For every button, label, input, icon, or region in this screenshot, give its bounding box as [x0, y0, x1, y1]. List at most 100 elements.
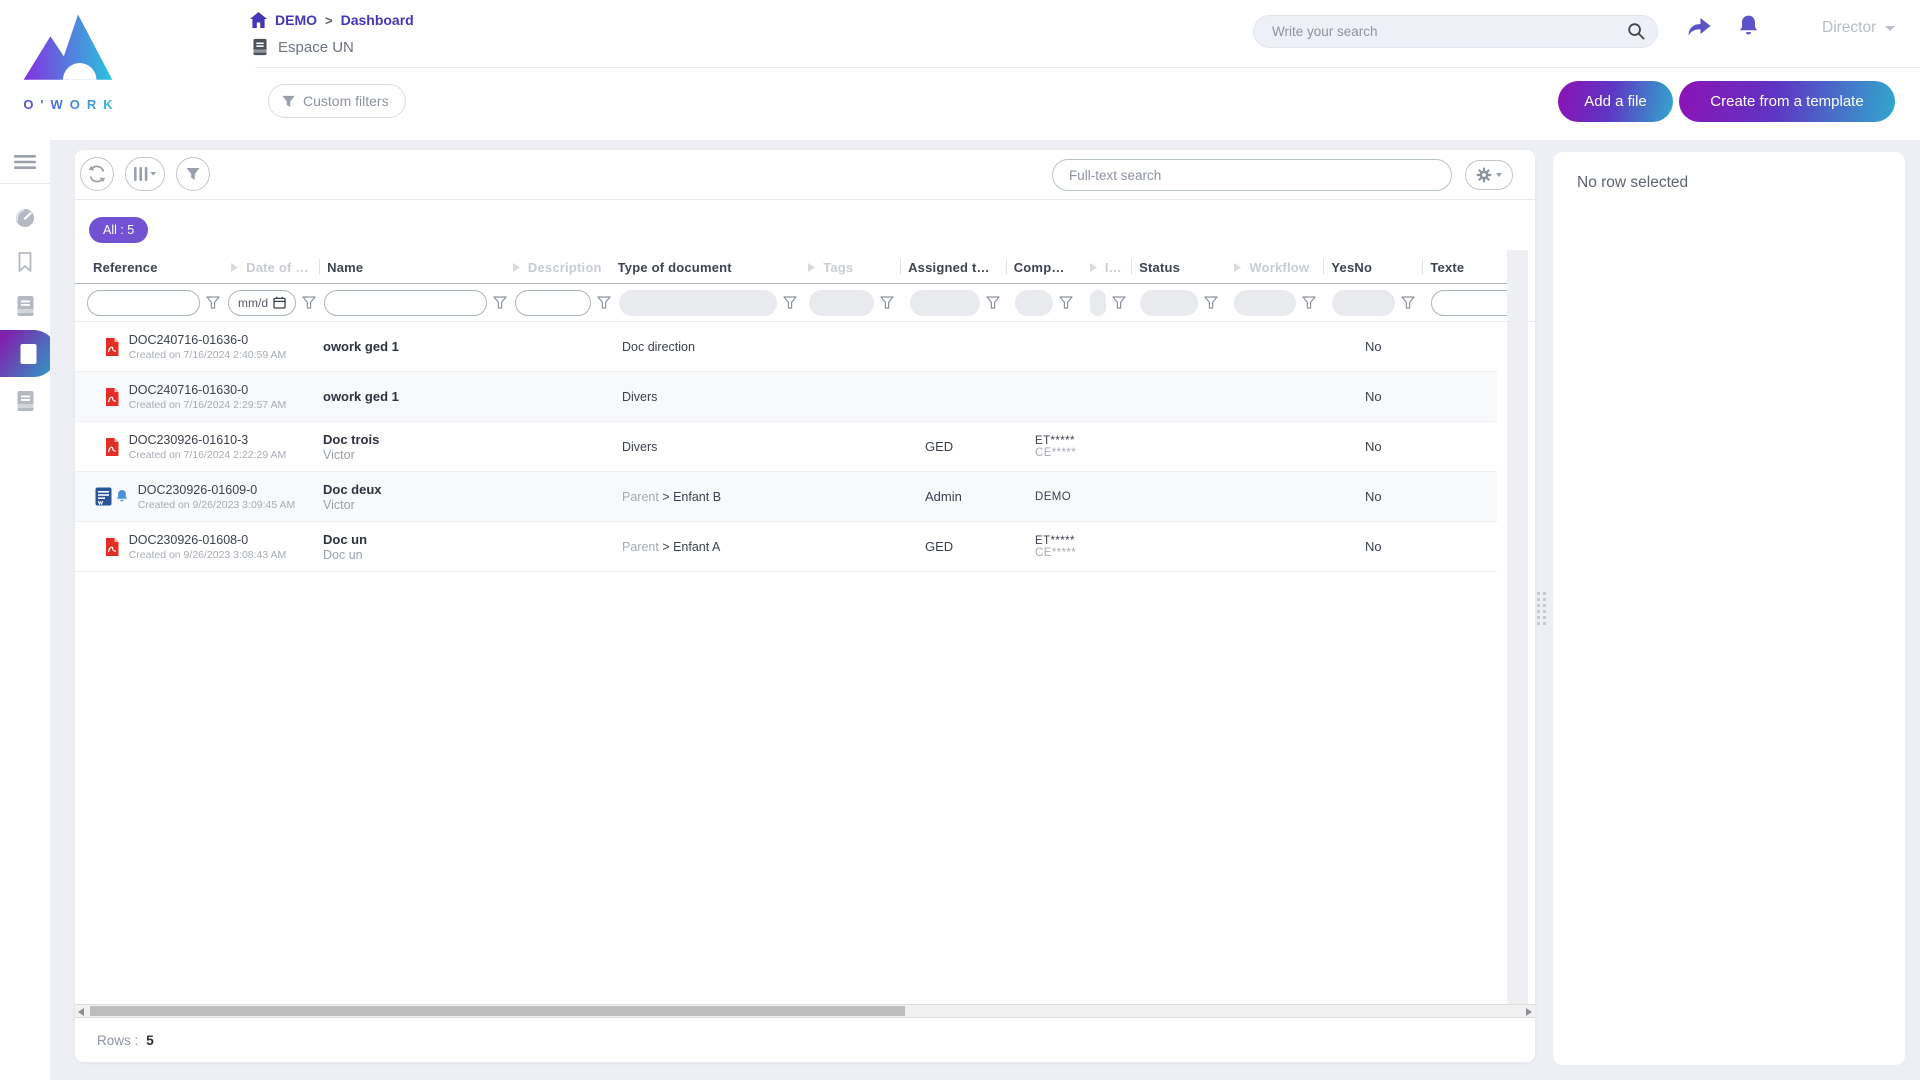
column-filter-funnel-icon[interactable]	[1401, 296, 1415, 309]
sidebar-item-espace-un[interactable]	[0, 330, 57, 377]
document-reference: DOC240716-01630-0	[129, 383, 287, 397]
refresh-button[interactable]	[80, 157, 114, 191]
breadcrumb-home[interactable]: DEMO	[275, 12, 317, 28]
column-filter-funnel-icon[interactable]	[302, 296, 316, 309]
column-header-yesno[interactable]: YesNo	[1323, 252, 1422, 283]
custom-filters-button[interactable]: Custom filters	[268, 84, 406, 118]
sort-arrow-icon[interactable]	[230, 262, 239, 273]
notifications-bell-icon[interactable]	[1737, 14, 1760, 42]
column-header-tags[interactable]: Tags	[799, 252, 900, 283]
column-header-type-of-document[interactable]: Type of document	[610, 252, 800, 283]
filter-button[interactable]	[176, 157, 210, 191]
table-row[interactable]: DOC240716-01636-0 Created on 7/16/2024 2…	[75, 322, 1497, 372]
scroll-right-arrow-icon[interactable]	[1526, 1008, 1532, 1016]
table-row[interactable]: DOC230926-01609-0 Created on 9/26/2023 3…	[75, 472, 1497, 522]
filter-cell-comp	[1013, 284, 1088, 321]
filter-cell-tags	[807, 284, 908, 321]
document-assigned: Admin	[925, 489, 1019, 504]
filter-input-reference[interactable]	[87, 290, 200, 316]
filter-cell-date-of-cr: mm/d	[226, 284, 322, 321]
column-header-description[interactable]: Description	[504, 252, 610, 283]
column-label: Comp…	[1014, 260, 1065, 275]
bell-badge-icon	[115, 489, 129, 504]
column-header-date-of-cr[interactable]: Date of cr…	[222, 252, 319, 283]
column-label: I…	[1105, 260, 1122, 275]
create-from-template-button[interactable]: Create from a template	[1679, 81, 1895, 122]
table-row[interactable]: DOC230926-01610-3 Created on 7/16/2024 2…	[75, 422, 1497, 472]
sort-arrow-icon[interactable]	[1089, 262, 1098, 273]
document-company: ET*****	[1035, 535, 1097, 547]
cell-workflow	[1255, 472, 1357, 521]
book-icon	[19, 343, 38, 365]
document-yesno: No	[1365, 339, 1452, 354]
column-filter-funnel-icon[interactable]	[493, 296, 507, 309]
cell-status	[1157, 372, 1255, 421]
app-root: O'WORK DEMO > Dashboard Espace UN Custom…	[0, 0, 1920, 1080]
filter-date-input[interactable]: mm/d	[228, 290, 296, 316]
cell-tags	[812, 522, 917, 571]
all-rows-badge[interactable]: All : 5	[89, 217, 148, 243]
table-row[interactable]: DOC240716-01630-0 Created on 7/16/2024 2…	[75, 372, 1497, 422]
sidebar-item-bookmarks[interactable]	[0, 242, 50, 282]
menu-toggle-button[interactable]	[0, 140, 50, 184]
search-icon[interactable]	[1627, 22, 1646, 46]
sidebar-item-documents[interactable]	[0, 381, 50, 421]
column-header-assigned-t[interactable]: Assigned t…	[900, 252, 1006, 283]
cell-status	[1157, 322, 1255, 371]
documents-table-card: All : 5 ReferenceDate of cr…NameDescript…	[75, 150, 1535, 1062]
add-file-button[interactable]: Add a file	[1558, 81, 1673, 122]
sort-arrow-icon[interactable]	[512, 262, 521, 273]
column-filter-funnel-icon[interactable]	[206, 296, 220, 309]
breadcrumb-page[interactable]: Dashboard	[341, 12, 414, 28]
share-icon[interactable]	[1686, 16, 1713, 43]
table-settings-button[interactable]	[1465, 160, 1513, 190]
column-header-status[interactable]: Status	[1131, 252, 1225, 283]
document-reference: DOC230926-01609-0	[138, 483, 296, 497]
filter-cell-workflow	[1232, 284, 1330, 321]
breadcrumb-separator: >	[325, 13, 333, 28]
global-search-input[interactable]	[1253, 15, 1658, 48]
scrollbar-thumb[interactable]	[90, 1006, 905, 1016]
filter-input-name[interactable]	[324, 290, 487, 316]
column-filter-funnel-icon[interactable]	[880, 296, 894, 309]
column-filter-funnel-icon[interactable]	[1302, 296, 1316, 309]
column-header-i[interactable]: I…	[1081, 252, 1131, 283]
table-row[interactable]: DOC230926-01608-0 Created on 9/26/2023 3…	[75, 522, 1497, 572]
full-text-search-input[interactable]	[1052, 159, 1452, 191]
cell-yesno: No	[1357, 522, 1460, 571]
horizontal-scrollbar[interactable]	[75, 1004, 1535, 1018]
column-filter-funnel-icon[interactable]	[597, 296, 611, 309]
column-filter-funnel-icon[interactable]	[783, 296, 797, 309]
content-area: All : 5 ReferenceDate of cr…NameDescript…	[50, 140, 1920, 1080]
cell-yesno: No	[1357, 422, 1460, 471]
sidebar-item-dashboard[interactable]	[0, 198, 50, 238]
cell-tags	[812, 472, 917, 521]
columns-button[interactable]	[125, 157, 165, 191]
column-filter-funnel-icon[interactable]	[1204, 296, 1218, 309]
vertical-scrollbar-gutter[interactable]	[1507, 250, 1528, 1004]
column-header-comp[interactable]: Comp…	[1006, 252, 1081, 283]
user-role-label: Director	[1822, 19, 1876, 37]
document-name-sub: Victor	[323, 448, 500, 462]
cell-company	[1027, 372, 1105, 421]
sort-arrow-icon[interactable]	[1233, 262, 1242, 273]
user-menu[interactable]: Director	[1822, 19, 1895, 37]
cell-type: Parent > Enfant A	[614, 522, 812, 571]
app-logo[interactable]: O'WORK	[16, 6, 120, 112]
column-filter-funnel-icon[interactable]	[1059, 296, 1073, 309]
column-header-name[interactable]: Name	[319, 252, 504, 283]
column-filter-funnel-icon[interactable]	[1112, 296, 1126, 309]
sidebar-item-library[interactable]	[0, 286, 50, 326]
sort-arrow-icon[interactable]	[807, 262, 816, 273]
home-icon[interactable]	[250, 12, 267, 28]
column-header-reference[interactable]: Reference	[85, 252, 222, 283]
scroll-left-arrow-icon[interactable]	[78, 1008, 84, 1016]
document-yesno: No	[1365, 489, 1452, 504]
filter-input-description[interactable]	[515, 290, 591, 316]
logo-mountain-icon	[22, 77, 114, 94]
cell-reference: DOC230926-01610-3 Created on 7/16/2024 2…	[75, 422, 315, 471]
document-name: Doc un	[323, 532, 500, 547]
column-header-workflow[interactable]: Workflow	[1225, 252, 1323, 283]
panel-resize-handle[interactable]	[1537, 592, 1546, 625]
column-filter-funnel-icon[interactable]	[986, 296, 1000, 309]
